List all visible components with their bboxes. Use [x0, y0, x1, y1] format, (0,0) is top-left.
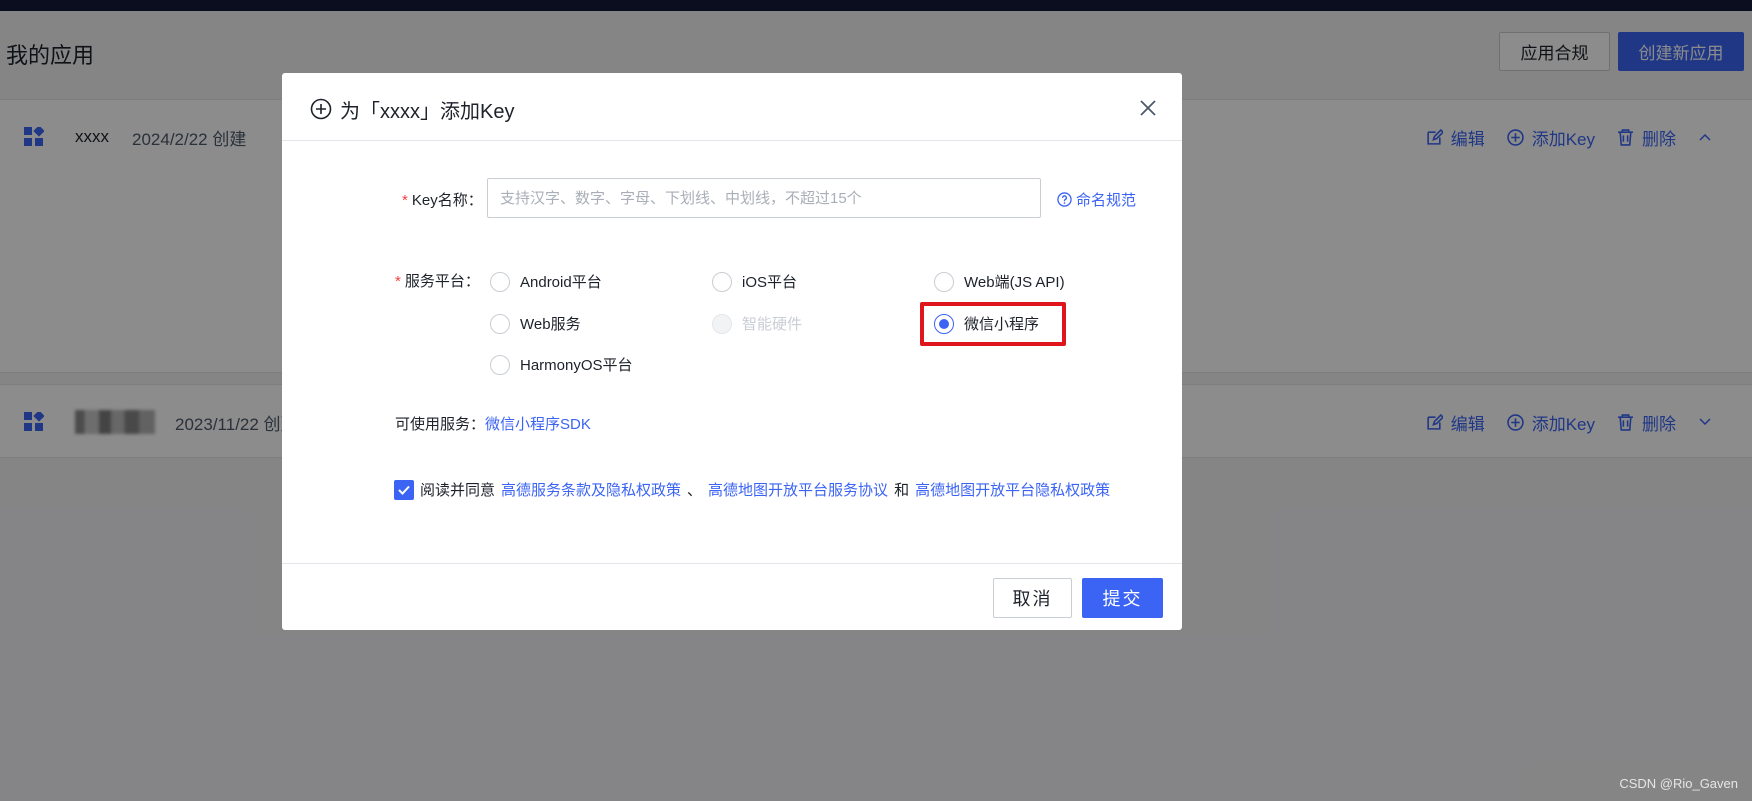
agree-separator: 和 — [894, 482, 910, 499]
radio-web-service[interactable]: Web服务 — [490, 313, 581, 334]
key-name-label-text: Key名称： — [411, 192, 483, 209]
services-link[interactable]: 微信小程序SDK — [485, 416, 591, 433]
radio-web-js-api[interactable]: Web端(JS API) — [934, 271, 1065, 292]
radio-circle[interactable] — [490, 313, 510, 334]
service-agreement-link[interactable]: 高德地图开放平台服务协议 — [708, 479, 888, 500]
required-mark: * — [395, 273, 401, 290]
watermark: CSDN @Rio_Gaven — [1619, 776, 1738, 791]
naming-rule-link[interactable]: 命名规范 — [1057, 189, 1136, 210]
agree-text: 阅读并同意 — [420, 482, 496, 499]
modal-title: 为「xxxx」添加Key — [340, 101, 515, 123]
radio-label: Web端(JS API) — [964, 274, 1065, 291]
available-services: 可使用服务：微信小程序SDK — [395, 413, 591, 434]
radio-circle[interactable] — [934, 271, 954, 292]
radio-smart-hardware: 智能硬件 — [712, 313, 802, 334]
key-name-input[interactable] — [487, 178, 1041, 218]
agreement-row: 阅读并同意 高德服务条款及隐私权政策 、 高德地图开放平台服务协议 和 高德地图… — [394, 479, 1110, 500]
check-icon — [398, 485, 410, 495]
modal-header: 为「xxxx」添加Key — [282, 73, 1182, 141]
services-label-text: 可使用服务： — [395, 416, 486, 433]
radio-circle[interactable] — [712, 271, 732, 292]
radio-harmonyos[interactable]: HarmonyOS平台 — [490, 354, 633, 375]
add-key-modal: 为「xxxx」添加Key *Key名称： 命名规范 *服务平台： Android… — [282, 73, 1182, 630]
radio-label: Android平台 — [520, 274, 602, 291]
close-icon[interactable] — [1137, 97, 1159, 119]
radio-ios[interactable]: iOS平台 — [712, 271, 797, 292]
terms-privacy-link[interactable]: 高德服务条款及隐私权政策 — [501, 479, 681, 500]
add-circle-icon — [310, 98, 332, 120]
radio-label: 智能硬件 — [742, 316, 803, 333]
radio-label: iOS平台 — [742, 274, 798, 291]
platform-label: * 服务平台： — [395, 270, 480, 291]
agree-checkbox[interactable] — [394, 479, 414, 500]
radio-circle[interactable] — [490, 354, 510, 375]
key-name-label: * Key名称： — [402, 189, 483, 210]
agree-separator: 、 — [687, 482, 703, 499]
annotation-highlight-box — [920, 302, 1066, 346]
required-mark: * — [402, 192, 408, 209]
platform-label-text: 服务平台： — [404, 273, 480, 290]
privacy-policy-link[interactable]: 高德地图开放平台隐私权政策 — [915, 479, 1110, 500]
radio-label: Web服务 — [520, 316, 581, 333]
question-circle-icon — [1057, 192, 1072, 207]
radio-circle[interactable] — [490, 271, 510, 292]
radio-label: HarmonyOS平台 — [520, 357, 633, 374]
radio-android[interactable]: Android平台 — [490, 271, 602, 292]
naming-rule-link-text: 命名规范 — [1076, 192, 1137, 209]
submit-button[interactable]: 提交 — [1082, 578, 1163, 618]
cancel-button[interactable]: 取消 — [993, 578, 1072, 618]
radio-circle — [712, 313, 732, 334]
